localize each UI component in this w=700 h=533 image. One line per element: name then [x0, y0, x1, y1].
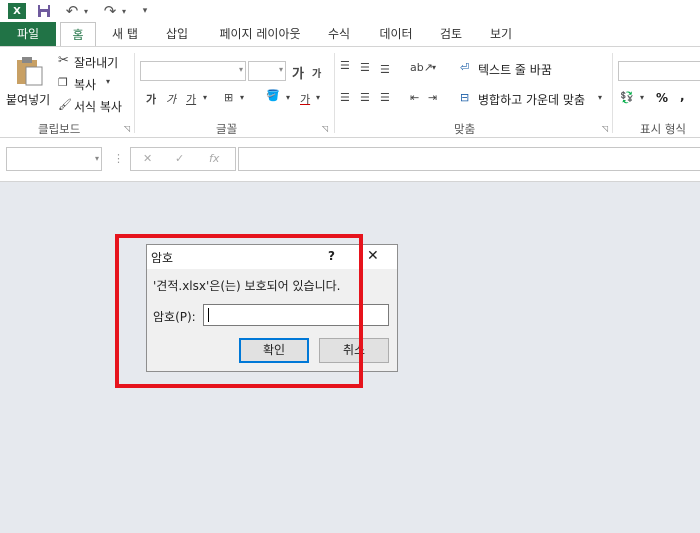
- merge-center-icon: ⊟: [460, 91, 470, 104]
- font-color-dropdown-icon[interactable]: ▾: [316, 93, 320, 102]
- orientation-dropdown-icon[interactable]: ▾: [432, 63, 436, 72]
- underline-button[interactable]: 가: [186, 91, 196, 107]
- ribbon: 붙여넣기 ✂ 잘라내기 ❐ 복사 ▾ 🖌 서식 복사 클립보드 ◹ ▾ ▾ 가 …: [0, 46, 700, 138]
- decrease-indent-icon[interactable]: ⇤: [410, 91, 419, 104]
- password-dialog: 암호 ? ✕ '견적.xlsx'은(는) 보호되어 있습니다. 암호(P): 확…: [146, 244, 398, 372]
- redo-icon[interactable]: ↷: [102, 2, 118, 20]
- cancel-button[interactable]: 취소: [319, 338, 389, 363]
- font-group-label: 글꼴: [216, 122, 238, 136]
- fill-color-icon[interactable]: 🪣: [266, 89, 280, 102]
- orientation-icon[interactable]: ab↗: [410, 61, 433, 74]
- dialog-title: 암호: [151, 251, 174, 265]
- increase-indent-icon[interactable]: ⇥: [428, 91, 437, 104]
- wrap-text-button[interactable]: 텍스트 줄 바꿈: [478, 61, 552, 78]
- align-left-icon[interactable]: ☰: [340, 91, 350, 104]
- tab-page-layout[interactable]: 페이지 레이아웃: [210, 22, 310, 46]
- border-dropdown-icon[interactable]: ▾: [240, 93, 244, 102]
- tab-file[interactable]: 파일: [0, 22, 56, 46]
- align-middle-icon[interactable]: ☰: [360, 61, 370, 74]
- ok-button[interactable]: 확인: [239, 338, 309, 363]
- enter-entry-icon[interactable]: ✓: [175, 152, 184, 165]
- bold-button[interactable]: 가: [146, 91, 156, 107]
- copy-icon: ❐: [58, 76, 68, 89]
- undo-dropdown-icon[interactable]: ▾: [82, 3, 90, 19]
- percent-style-button[interactable]: %: [656, 91, 668, 105]
- cut-button[interactable]: 잘라내기: [74, 54, 118, 71]
- tab-data[interactable]: 데이터: [370, 22, 422, 46]
- formula-input[interactable]: [238, 147, 700, 171]
- tab-view[interactable]: 보기: [480, 22, 522, 46]
- name-box[interactable]: ▾: [6, 147, 102, 171]
- password-caret: [208, 308, 209, 322]
- align-right-icon[interactable]: ☰: [380, 91, 390, 104]
- help-button[interactable]: ?: [328, 249, 335, 263]
- save-icon[interactable]: [36, 3, 52, 19]
- clipboard-group-label: 클립보드: [38, 122, 81, 136]
- tab-review[interactable]: 검토: [430, 22, 472, 46]
- align-top-icon[interactable]: ☰: [340, 59, 350, 72]
- border-icon[interactable]: ⊞: [224, 91, 233, 104]
- close-icon[interactable]: ✕: [367, 248, 379, 264]
- font-name-select[interactable]: ▾: [140, 61, 246, 81]
- paste-button[interactable]: 붙여넣기: [4, 51, 52, 111]
- password-input[interactable]: [203, 304, 389, 326]
- italic-button[interactable]: 가: [166, 91, 176, 107]
- wrap-text-icon: ⏎: [460, 61, 470, 74]
- comma-style-button[interactable]: ,: [680, 89, 685, 103]
- font-color-button[interactable]: 가: [300, 91, 310, 107]
- dialog-message: '견적.xlsx'은(는) 보호되어 있습니다.: [153, 279, 341, 293]
- formula-buttons: ✕ ✓ fx: [130, 147, 236, 171]
- grow-font-button[interactable]: 가: [292, 63, 304, 82]
- cancel-entry-icon[interactable]: ✕: [143, 152, 152, 165]
- formula-bar: ▾ ⋮ ✕ ✓ fx: [0, 138, 700, 182]
- divider: [134, 53, 135, 133]
- accounting-format-icon[interactable]: 💱: [620, 91, 634, 104]
- font-size-select[interactable]: ▾: [248, 61, 286, 81]
- paste-icon: [17, 57, 43, 86]
- divider: [612, 53, 613, 133]
- shrink-font-button[interactable]: 가: [312, 65, 321, 80]
- paste-label: 붙여넣기: [6, 93, 51, 107]
- align-bottom-icon[interactable]: ☰: [380, 63, 390, 76]
- customize-qat-icon[interactable]: ▾: [140, 3, 150, 19]
- number-format-select[interactable]: [618, 61, 700, 81]
- tab-new[interactable]: 새 탭: [102, 22, 148, 46]
- cut-icon: ✂: [58, 53, 69, 68]
- tab-insert[interactable]: 삽입: [154, 22, 200, 46]
- undo-icon[interactable]: ↶: [64, 2, 80, 20]
- alignment-launcher-icon[interactable]: ◹: [602, 124, 608, 133]
- dialog-title-bar: 암호 ? ✕: [147, 245, 397, 269]
- fill-color-dropdown-icon[interactable]: ▾: [286, 93, 290, 102]
- excel-logo-icon: X: [8, 3, 26, 19]
- accounting-dropdown-icon[interactable]: ▾: [640, 93, 644, 102]
- merge-center-dropdown-icon[interactable]: ▾: [598, 93, 602, 102]
- copy-button[interactable]: 복사: [74, 76, 96, 93]
- tab-home[interactable]: 홈: [60, 22, 96, 47]
- merge-center-button[interactable]: 병합하고 가운데 맞춤: [478, 91, 585, 108]
- clipboard-launcher-icon[interactable]: ◹: [124, 124, 130, 133]
- format-painter-button[interactable]: 서식 복사: [74, 98, 122, 115]
- font-launcher-icon[interactable]: ◹: [322, 124, 328, 133]
- insert-function-icon[interactable]: fx: [209, 152, 219, 165]
- password-label: 암호(P):: [153, 310, 196, 324]
- divider: [334, 53, 335, 133]
- redo-dropdown-icon[interactable]: ▾: [120, 3, 128, 19]
- format-painter-icon: 🖌: [58, 98, 72, 111]
- quick-access-toolbar: X ↶ ▾ ↷ ▾ ▾: [0, 0, 700, 22]
- alignment-group-label: 맞춤: [454, 122, 476, 136]
- copy-dropdown-icon[interactable]: ▾: [106, 77, 110, 86]
- tab-formulas[interactable]: 수식: [318, 22, 360, 46]
- formula-bar-grip-icon: ⋮: [113, 152, 124, 165]
- align-center-icon[interactable]: ☰: [360, 91, 370, 104]
- number-group-label: 표시 형식: [640, 122, 686, 136]
- ribbon-tabs: 파일 홈 새 탭 삽입 페이지 레이아웃 수식 데이터 검토 보기: [0, 22, 700, 47]
- underline-dropdown-icon[interactable]: ▾: [203, 93, 207, 102]
